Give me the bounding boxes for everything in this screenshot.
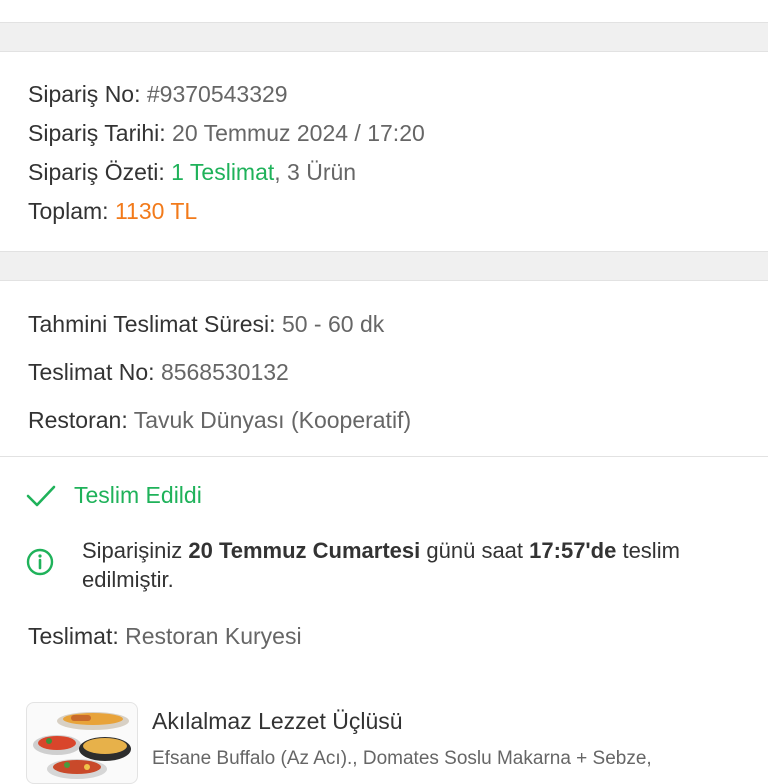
product-image[interactable] xyxy=(26,702,138,784)
order-date-label: Sipariş Tarihi: xyxy=(28,120,166,146)
divider xyxy=(0,51,768,52)
item-count: 3 Ürün xyxy=(280,159,357,185)
food-image xyxy=(33,712,131,779)
eta-label: Tahmini Teslimat Süresi: xyxy=(28,311,276,337)
order-date-row: Sipariş Tarihi: 20 Temmuz 2024 / 17:20 xyxy=(28,119,425,147)
delivery-number-label: Teslimat No: xyxy=(28,359,155,385)
order-number-value: #9370543329 xyxy=(146,81,288,107)
delivery-info-message: Siparişiniz 20 Temmuz Cumartesi günü saa… xyxy=(82,536,752,594)
restaurant-value: Tavuk Dünyası (Kooperatif) xyxy=(133,407,412,433)
delivery-count-link[interactable]: 1 Teslimat xyxy=(171,159,274,185)
order-number-row: Sipariş No: #9370543329 xyxy=(28,80,288,108)
delivery-method-row: Teslimat: Restoran Kuryesi xyxy=(28,622,302,650)
check-icon xyxy=(26,485,56,506)
info-text: günü saat xyxy=(420,538,530,563)
divider xyxy=(0,456,768,457)
order-total-row: Toplam: 1130 TL xyxy=(28,197,197,225)
info-time: 17:57'de xyxy=(529,538,617,563)
status-text: Teslim Edildi xyxy=(74,482,202,508)
restaurant-label: Restoran: xyxy=(28,407,128,433)
order-summary-label: Sipariş Özeti: xyxy=(28,159,165,185)
product-description: Efsane Buffalo (Az Acı)., Domates Soslu … xyxy=(152,748,652,769)
delivery-number-row: Teslimat No: 8568530132 xyxy=(28,358,289,386)
info-circle-icon xyxy=(26,548,54,576)
eta-row: Tahmini Teslimat Süresi: 50 - 60 dk xyxy=(28,310,384,338)
delivery-status: Teslim Edildi xyxy=(26,482,202,509)
order-summary-row: Sipariş Özeti: 1 Teslimat, 3 Ürün xyxy=(28,158,356,186)
delivery-number-value: 8568530132 xyxy=(160,359,289,385)
info-date: 20 Temmuz Cumartesi xyxy=(188,538,421,563)
order-total-value: 1130 TL xyxy=(114,198,198,224)
delivery-method-label: Teslimat: xyxy=(28,623,119,649)
divider xyxy=(0,280,768,281)
restaurant-row: Restoran: Tavuk Dünyası (Kooperatif) xyxy=(28,406,411,434)
order-total-label: Toplam: xyxy=(28,198,109,224)
section-separator xyxy=(0,23,768,51)
order-date-value: 20 Temmuz 2024 / 17:20 xyxy=(172,120,425,146)
eta-value: 50 - 60 dk xyxy=(281,311,385,337)
info-text: Siparişiniz xyxy=(82,538,189,563)
product-name[interactable]: Akılalmaz Lezzet Üçlüsü xyxy=(152,708,403,735)
delivery-method-value: Restoran Kuryesi xyxy=(125,623,302,649)
order-number-label: Sipariş No: xyxy=(28,81,141,107)
section-separator xyxy=(0,252,768,280)
